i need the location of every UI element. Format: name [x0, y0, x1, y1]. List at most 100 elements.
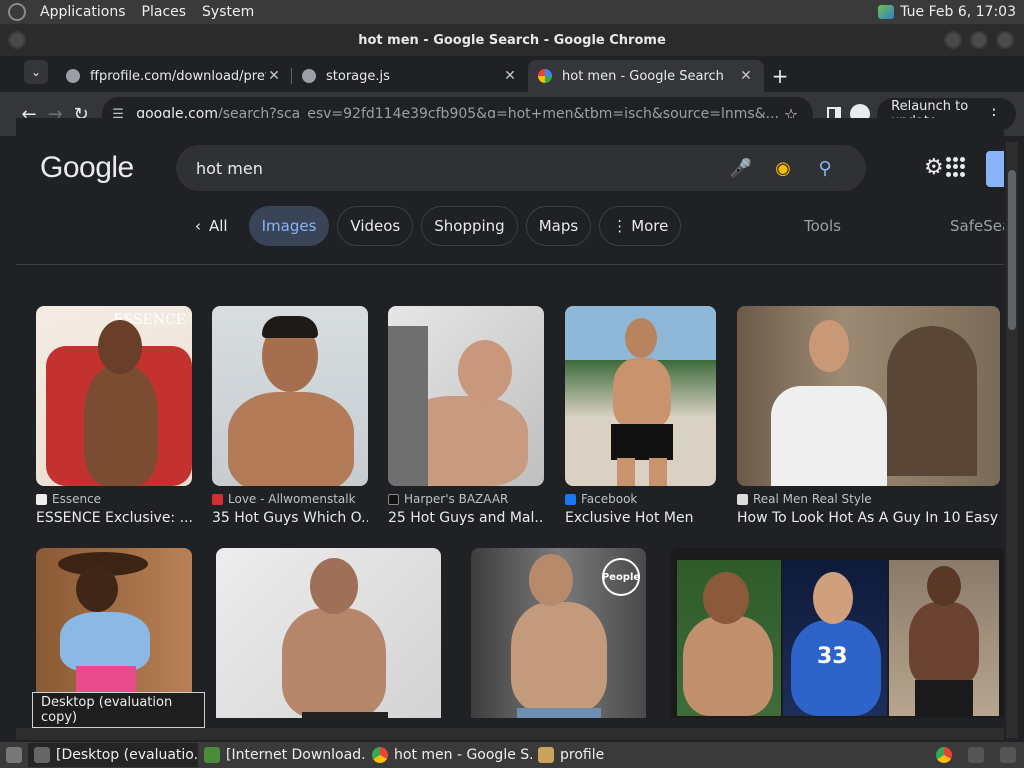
result-thumbnail[interactable]: ESSENCE	[36, 306, 192, 486]
tab-storage-js[interactable]: storage.js ✕	[292, 60, 528, 92]
chip-videos[interactable]: Videos	[337, 206, 414, 246]
show-desktop-icon[interactable]	[0, 743, 28, 767]
window-icon	[34, 747, 50, 763]
applications-menu[interactable]: Applications	[32, 4, 134, 20]
scrollbar-thumb[interactable]	[1008, 170, 1016, 330]
result-title[interactable]: 35 Hot Guys Which O...	[212, 510, 368, 526]
search-box[interactable]: hot men 🎤 ◉ ⚲	[176, 145, 866, 191]
horizontal-scrollbar[interactable]	[16, 728, 1004, 740]
desktop-tooltip: Desktop (evaluation copy)	[32, 692, 205, 728]
result-title[interactable]: 25 Hot Guys and Mal...	[388, 510, 544, 526]
window-title: hot men - Google Search - Google Chrome	[358, 32, 666, 48]
safesearch-button[interactable]: SafeSearch	[950, 217, 1004, 235]
google-images-page: Google hot men 🎤 ◉ ⚲ ⚙ ‹ All Images Video…	[16, 118, 1004, 718]
panel-clock[interactable]: Tue Feb 6, 17:03	[900, 4, 1024, 20]
chevron-left-icon: ‹	[195, 217, 201, 235]
window-titlebar[interactable]: hot men - Google Search - Google Chrome	[0, 24, 1024, 56]
close-tab-icon[interactable]: ✕	[266, 68, 282, 84]
close-tab-icon[interactable]: ✕	[738, 68, 754, 84]
workspace-switcher[interactable]	[962, 743, 994, 767]
result-title[interactable]: ESSENCE Exclusive: ...	[36, 510, 192, 526]
result-thumbnail[interactable]	[216, 548, 441, 718]
image-result[interactable]: Facebook Exclusive Hot Men	[565, 306, 716, 526]
chip-more[interactable]: ⋮ More	[599, 206, 682, 246]
torso	[228, 392, 354, 486]
head	[625, 318, 657, 358]
result-source: Love - Allwomenstalk	[212, 492, 368, 506]
chip-all[interactable]: ‹ All	[182, 206, 241, 246]
taskbar-item-chrome[interactable]: hot men - Google S...	[366, 743, 532, 767]
image-result[interactable]: 33	[671, 548, 1004, 718]
image-result[interactable]: Real Men Real Style How To Look Hot As A…	[737, 306, 1000, 526]
result-thumbnail[interactable]	[737, 306, 1000, 486]
tab-title: ffprofile.com/download/prefs	[90, 68, 266, 84]
network-icon[interactable]	[878, 5, 895, 19]
result-thumbnail[interactable]	[565, 306, 716, 486]
search-input[interactable]: hot men	[196, 159, 720, 178]
tools-button[interactable]: Tools	[804, 217, 841, 235]
chip-label: Videos	[350, 217, 401, 235]
result-thumbnail[interactable]: 33	[671, 548, 1004, 718]
head	[809, 320, 849, 372]
chip-shopping[interactable]: Shopping	[421, 206, 518, 246]
taskbar-item-idm[interactable]: [Internet Download...	[198, 743, 366, 767]
torso	[282, 608, 386, 718]
chip-label: More	[631, 217, 669, 235]
settings-gear-icon[interactable]: ⚙	[924, 155, 944, 180]
result-thumbnail[interactable]	[212, 306, 368, 486]
image-result[interactable]: ESSENCE Essence ESSENCE Exclusive: ...	[36, 306, 192, 526]
black-shorts	[611, 424, 673, 460]
chip-maps[interactable]: Maps	[525, 206, 592, 246]
system-menu[interactable]: System	[194, 4, 262, 20]
image-result[interactable]: Harper's BAZAAR 25 Hot Guys and Mal...	[388, 306, 544, 526]
search-icon[interactable]: ⚲	[804, 158, 846, 179]
result-source: Real Men Real Style	[737, 492, 1000, 506]
google-apps-icon[interactable]	[946, 157, 966, 177]
header-divider	[16, 264, 1004, 265]
globe-icon	[66, 69, 80, 83]
tab-ffprofile[interactable]: ffprofile.com/download/prefs ✕	[56, 60, 292, 92]
sign-in-button[interactable]	[986, 151, 1004, 187]
close-window-icon[interactable]	[996, 31, 1014, 49]
leg	[617, 458, 635, 486]
source-favicon-icon	[388, 493, 399, 505]
collage-panel-3	[889, 560, 999, 716]
result-title[interactable]: How To Look Hot As A Guy In 10 Easy ...	[737, 510, 1000, 526]
result-source: Essence	[36, 492, 192, 506]
close-tab-icon[interactable]: ✕	[502, 68, 518, 84]
microphone-icon[interactable]: 🎤	[720, 158, 762, 179]
globe-icon	[302, 69, 316, 83]
google-logo[interactable]: Google	[40, 151, 134, 185]
places-menu[interactable]: Places	[134, 4, 195, 20]
image-result[interactable]: Love - Allwomenstalk 35 Hot Guys Which O…	[212, 306, 368, 526]
result-thumbnail[interactable]: People	[471, 548, 646, 718]
chip-images[interactable]: Images	[248, 206, 330, 246]
tab-search-chevron-icon[interactable]: ⌄	[24, 60, 48, 84]
new-tab-plus-icon[interactable]: +	[764, 60, 796, 92]
tab-google-search[interactable]: hot men - Google Search ✕	[528, 60, 764, 92]
vertical-scrollbar[interactable]	[1006, 142, 1018, 738]
maximize-icon[interactable]	[970, 31, 988, 49]
workspace-switcher[interactable]	[994, 743, 1024, 767]
result-thumbnail[interactable]	[388, 306, 544, 486]
result-title[interactable]: Exclusive Hot Men	[565, 510, 716, 526]
facebook-icon	[565, 493, 576, 505]
image-result[interactable]: People	[471, 548, 646, 718]
taskbar-label: profile	[560, 747, 605, 763]
gnome-logo-icon[interactable]	[8, 3, 26, 21]
head	[458, 340, 512, 402]
source-favicon-icon	[212, 493, 223, 505]
head	[310, 558, 358, 614]
minimize-icon[interactable]	[944, 31, 962, 49]
bottom-taskbar: [Desktop (evaluatio... [Internet Downloa…	[0, 742, 1024, 768]
window-menu-icon[interactable]	[8, 31, 26, 49]
lens-camera-icon[interactable]: ◉	[762, 158, 804, 179]
source-favicon-icon	[737, 493, 748, 505]
head	[76, 566, 118, 612]
workspace-chrome-icon[interactable]	[930, 743, 962, 767]
taskbar-item-desktop[interactable]: [Desktop (evaluatio...	[28, 743, 198, 767]
waistband	[302, 712, 388, 718]
image-result[interactable]	[216, 548, 441, 718]
folder-icon	[538, 747, 554, 763]
taskbar-item-profile[interactable]: profile	[532, 743, 682, 767]
